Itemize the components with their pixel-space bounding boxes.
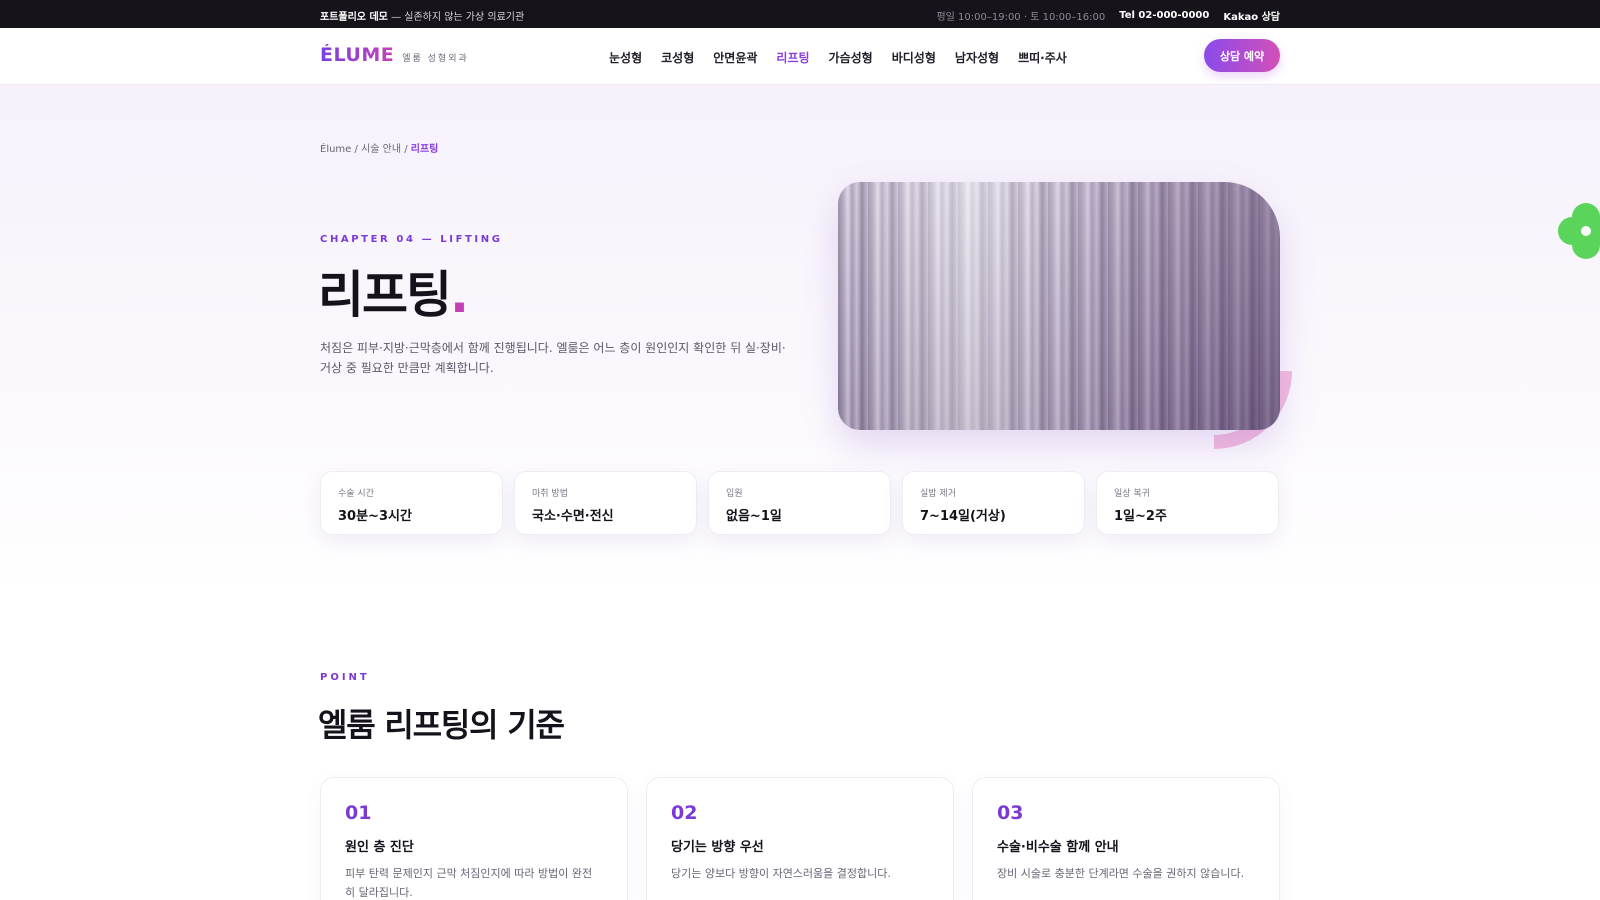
- page-title: 리프팅.: [318, 255, 469, 327]
- section-eyebrow: POINT: [320, 672, 370, 683]
- breadcrumb-section[interactable]: 시술 안내: [361, 144, 401, 155]
- clover-decoration-icon: [1558, 203, 1600, 259]
- logo-wordmark: ÉLUME: [320, 44, 395, 66]
- main-navigation: ÉLUME 엘룸 성형외과 눈성형 코성형 안면윤곽 리프팅 가슴성형 바디성형…: [0, 28, 1600, 85]
- opening-hours: 평일 10:00–19:00 · 토 10:00–16:00: [936, 12, 1106, 23]
- info-card-surgery-time: 수술 시간 30분~3시간: [320, 471, 503, 535]
- info-value: 7~14일(거상): [920, 509, 1006, 524]
- point-title: 원인 층 진단: [345, 840, 414, 855]
- menu-item-body[interactable]: 바디성형: [892, 49, 936, 66]
- demo-brand: 포트폴리오 데모: [320, 12, 388, 23]
- section-title: 엘룸 리프팅의 기준: [318, 706, 565, 744]
- breadcrumb-current: 리프팅: [410, 144, 439, 155]
- breadcrumb-root[interactable]: Élume: [320, 144, 351, 155]
- title-dot: .: [450, 266, 469, 324]
- menu: 눈성형 코성형 안면윤곽 리프팅 가슴성형 바디성형 남자성형 쁘띠·주사: [609, 49, 1067, 66]
- point-description: 당기는 양보다 방향이 자연스러움을 결정합니다.: [671, 867, 891, 880]
- point-title: 당기는 방향 우선: [671, 840, 764, 855]
- point-card: 02 당기는 방향 우선 당기는 양보다 방향이 자연스러움을 결정합니다.: [646, 777, 954, 900]
- info-label: 일상 복귀: [1114, 489, 1150, 499]
- point-cards: 01 원인 층 진단 피부 탄력 문제인지 근막 처짐인지에 따라 방법이 완전…: [320, 777, 1280, 900]
- menu-item-lifting[interactable]: 리프팅: [776, 49, 809, 66]
- menu-item-breast[interactable]: 가슴성형: [829, 49, 873, 66]
- info-value: 1일~2주: [1114, 509, 1167, 524]
- point-card: 03 수술·비수술 함께 안내 장비 시술로 충분한 단계라면 수술을 권하지 …: [972, 777, 1280, 900]
- hero-image-sheen: [838, 182, 1280, 430]
- chapter-label: CHAPTER 04 — LIFTING: [320, 234, 503, 245]
- menu-item-contour[interactable]: 안면윤곽: [713, 49, 757, 66]
- breadcrumb-separator: /: [351, 144, 362, 155]
- book-consultation-button[interactable]: 상담 예약: [1204, 39, 1280, 72]
- info-label: 마취 방법: [532, 489, 568, 499]
- procedure-info-row: 수술 시간 30분~3시간 마취 방법 국소·수면·전신 입원 없음~1일 실밥…: [320, 471, 1279, 535]
- point-description: 피부 탄력 문제인지 근막 처짐인지에 따라 방법이 완전히 달라집니다.: [345, 867, 593, 899]
- point-number: 03: [997, 802, 1024, 824]
- kakao-consult-link[interactable]: Kakao 상담: [1223, 8, 1280, 23]
- info-value: 국소·수면·전신: [532, 509, 614, 524]
- info-card-anesthesia: 마취 방법 국소·수면·전신: [514, 471, 697, 535]
- hero-image-curtain: [838, 182, 1280, 430]
- info-card-recovery: 일상 복귀 1일~2주: [1096, 471, 1279, 535]
- info-label: 수술 시간: [338, 489, 374, 499]
- menu-item-nose[interactable]: 코성형: [661, 49, 694, 66]
- info-label: 입원: [726, 489, 743, 499]
- breadcrumb-separator: /: [401, 144, 411, 155]
- info-card-hospitalization: 입원 없음~1일: [708, 471, 891, 535]
- menu-item-men[interactable]: 남자성형: [955, 49, 999, 66]
- menu-item-petit[interactable]: 쁘띠·주사: [1018, 49, 1067, 66]
- point-number: 01: [345, 802, 372, 824]
- info-value: 30분~3시간: [338, 509, 412, 524]
- top-utility-bar: 포트폴리오 데모 — 실존하지 않는 가상 의료기관 평일 10:00–19:0…: [0, 0, 1600, 28]
- page-title-text: 리프팅: [318, 266, 452, 324]
- demo-tagline: — 실존하지 않는 가상 의료기관: [387, 12, 525, 23]
- info-label: 실밥 제거: [920, 489, 956, 499]
- breadcrumb: Élume / 시술 안내 / 리프팅: [320, 140, 438, 155]
- hero-description: 처짐은 피부·지방·근막층에서 함께 진행됩니다. 엘룸은 어느 층이 원인인지…: [320, 341, 786, 375]
- point-title: 수술·비수술 함께 안내: [997, 840, 1119, 855]
- info-card-stitch-removal: 실밥 제거 7~14일(거상): [902, 471, 1085, 535]
- logo[interactable]: ÉLUME 엘룸 성형외과: [320, 44, 469, 66]
- point-description: 장비 시술로 충분한 단계라면 수술을 권하지 않습니다.: [997, 867, 1245, 880]
- phone-link[interactable]: Tel 02-000-0000: [1119, 10, 1209, 21]
- point-card: 01 원인 층 진단 피부 탄력 문제인지 근막 처짐인지에 따라 방법이 완전…: [320, 777, 628, 900]
- logo-subtitle: 엘룸 성형외과: [402, 54, 469, 64]
- contact-info: 평일 10:00–19:00 · 토 10:00–16:00 Tel 02-00…: [936, 8, 1280, 23]
- info-value: 없음~1일: [726, 509, 782, 524]
- demo-notice: 포트폴리오 데모 — 실존하지 않는 가상 의료기관: [320, 8, 524, 23]
- point-number: 02: [671, 802, 698, 824]
- menu-item-eye[interactable]: 눈성형: [609, 49, 642, 66]
